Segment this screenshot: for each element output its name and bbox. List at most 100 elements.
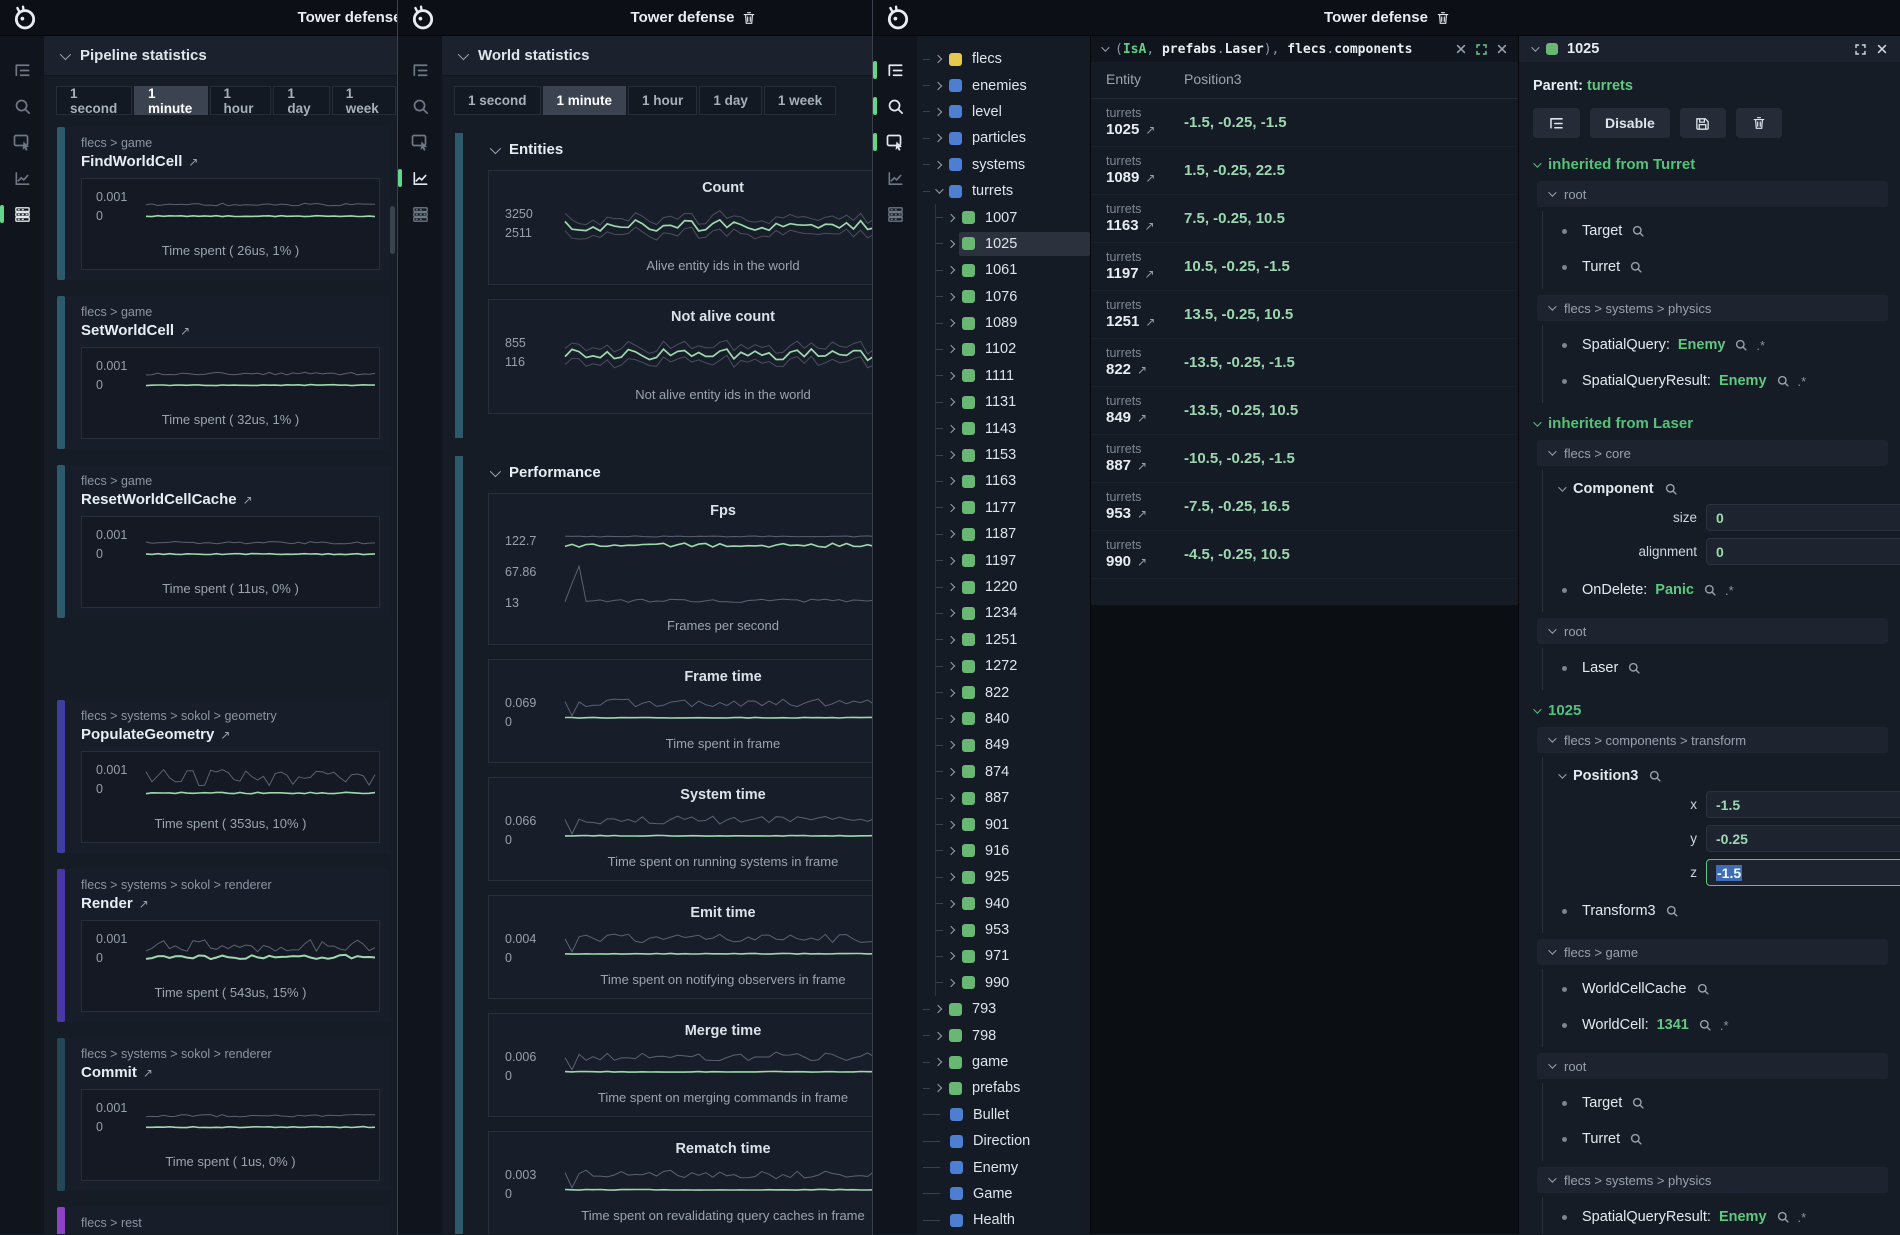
tree-item-840[interactable]: 840 xyxy=(936,706,1090,732)
chevron-right-icon[interactable] xyxy=(947,662,955,670)
query-result-row[interactable]: turrets822↗-13.5, -0.25, -1.5 xyxy=(1091,339,1518,387)
chevron-down-icon[interactable] xyxy=(1558,483,1566,491)
query-result-row[interactable]: turrets887↗-10.5, -0.25, -1.5 xyxy=(1091,435,1518,483)
tree-item-1197[interactable]: 1197 xyxy=(936,547,1090,573)
chevron-right-icon[interactable] xyxy=(947,583,955,591)
delete-world-icon[interactable] xyxy=(743,11,755,25)
field-input[interactable]: -0.25 xyxy=(1706,825,1900,852)
collapse-icon[interactable] xyxy=(1101,43,1109,51)
tree-item-1089[interactable]: 1089 xyxy=(936,310,1090,336)
module-path-header[interactable]: flecs > systems > physics xyxy=(1537,295,1888,321)
chevron-down-icon[interactable] xyxy=(935,185,943,193)
entity-link[interactable]: 1163↗ xyxy=(1106,217,1184,235)
component-target-link[interactable]: 1341 xyxy=(1657,1017,1689,1033)
chevron-right-icon[interactable] xyxy=(947,556,955,564)
query-expression[interactable]: (IsA, prefabs.Laser), flecs.components xyxy=(1115,42,1412,57)
chevron-right-icon[interactable] xyxy=(947,372,955,380)
chevron-down-icon[interactable] xyxy=(1548,1060,1556,1068)
tree-item-793[interactable]: 793 xyxy=(917,996,1090,1022)
search-component-icon[interactable] xyxy=(1648,769,1662,783)
component-row[interactable]: SpatialQueryResult:Enemy.* xyxy=(1543,363,1890,399)
inspect-window-icon[interactable] xyxy=(398,124,442,160)
chevron-right-icon[interactable] xyxy=(947,292,955,300)
time-range-1-minute[interactable]: 1 minute xyxy=(543,86,627,115)
scrollbar-thumb[interactable] xyxy=(390,206,395,254)
chevron-down-icon[interactable] xyxy=(1533,418,1541,426)
chevron-down-icon[interactable] xyxy=(1548,188,1556,196)
inherited-section-header[interactable]: inherited from Turret xyxy=(1533,156,1890,173)
tree-item-Health[interactable]: Health xyxy=(917,1207,1090,1233)
component-row[interactable]: Transform3 xyxy=(1543,893,1890,929)
search-component-icon[interactable] xyxy=(1664,482,1678,496)
tree-item-1163[interactable]: 1163 xyxy=(936,468,1090,494)
search-component-icon[interactable] xyxy=(1734,338,1748,352)
tree-item-1007[interactable]: 1007 xyxy=(936,204,1090,230)
chevron-right-icon[interactable] xyxy=(947,609,955,617)
entity-link[interactable]: 1197↗ xyxy=(1106,265,1184,283)
charts-icon[interactable] xyxy=(0,160,44,196)
tree-item-Direction[interactable]: Direction xyxy=(917,1128,1090,1154)
tree-item-1025[interactable]: 1025 xyxy=(936,231,1090,257)
system-name-link[interactable]: SetWorldCell↗ xyxy=(81,322,380,339)
tree-item-particles[interactable]: particles xyxy=(917,125,1090,151)
tree-item-901[interactable]: 901 xyxy=(936,811,1090,837)
query-result-row[interactable]: turrets990↗-4.5, -0.25, 10.5 xyxy=(1091,531,1518,579)
time-range-1-second[interactable]: 1 second xyxy=(454,86,541,115)
chevron-right-icon[interactable] xyxy=(934,1031,942,1039)
collapse-icon[interactable] xyxy=(490,142,501,153)
time-range-1-week[interactable]: 1 week xyxy=(764,86,836,115)
tree-item-849[interactable]: 849 xyxy=(936,732,1090,758)
query-result-row[interactable]: turrets1197↗10.5, -0.25, -1.5 xyxy=(1091,243,1518,291)
inherited-section-header[interactable]: inherited from Laser xyxy=(1533,415,1890,432)
component-target-link[interactable]: Enemy xyxy=(1719,1209,1767,1225)
tree-item-enemies[interactable]: enemies xyxy=(917,72,1090,98)
search-component-icon[interactable] xyxy=(1696,982,1710,996)
tree-item-1061[interactable]: 1061 xyxy=(936,257,1090,283)
save-button[interactable] xyxy=(1680,108,1726,138)
chevron-down-icon[interactable] xyxy=(1533,159,1541,167)
chevron-right-icon[interactable] xyxy=(947,873,955,881)
component-row[interactable]: OnDelete:Panic.* xyxy=(1543,572,1890,608)
module-path-header[interactable]: root xyxy=(1537,181,1888,207)
tree-item-1220[interactable]: 1220 xyxy=(936,574,1090,600)
entity-link[interactable]: 887↗ xyxy=(1106,457,1184,475)
chevron-right-icon[interactable] xyxy=(947,424,955,432)
chevron-right-icon[interactable] xyxy=(934,55,942,63)
tree-view-icon[interactable] xyxy=(398,52,442,88)
tree-item-822[interactable]: 822 xyxy=(936,679,1090,705)
tree-item-prefabs[interactable]: prefabs xyxy=(917,1075,1090,1101)
search-component-icon[interactable] xyxy=(1703,583,1717,597)
chevron-right-icon[interactable] xyxy=(947,636,955,644)
tree-item-Bullet[interactable]: Bullet xyxy=(917,1102,1090,1128)
search-component-icon[interactable] xyxy=(1629,1132,1643,1146)
collapse-icon[interactable] xyxy=(490,465,501,476)
chevron-right-icon[interactable] xyxy=(934,134,942,142)
component-row[interactable]: SpatialQuery:Enemy.* xyxy=(1543,327,1890,363)
query-result-row[interactable]: turrets953↗-7.5, -0.25, 16.5 xyxy=(1091,483,1518,531)
chevron-right-icon[interactable] xyxy=(947,715,955,723)
chevron-right-icon[interactable] xyxy=(934,1058,942,1066)
time-range-1-week[interactable]: 1 week xyxy=(332,86,396,115)
collapse-icon[interactable] xyxy=(60,48,71,59)
component-row[interactable]: Target xyxy=(1543,213,1890,249)
time-range-1-hour[interactable]: 1 hour xyxy=(628,86,697,115)
delete-world-icon[interactable] xyxy=(1437,11,1449,25)
chevron-right-icon[interactable] xyxy=(947,345,955,353)
search-icon[interactable] xyxy=(0,88,44,124)
tree-item-Enemy[interactable]: Enemy xyxy=(917,1154,1090,1180)
chevron-right-icon[interactable] xyxy=(947,979,955,987)
component-target-link[interactable]: Enemy xyxy=(1678,337,1726,353)
system-name-link[interactable]: ResetWorldCellCache↗ xyxy=(81,491,380,508)
chevron-right-icon[interactable] xyxy=(934,1005,942,1013)
inspect-window-icon[interactable] xyxy=(873,124,917,160)
charts-icon[interactable] xyxy=(398,160,442,196)
inspect-window-icon[interactable] xyxy=(0,124,44,160)
chevron-right-icon[interactable] xyxy=(947,266,955,274)
tree-item-916[interactable]: 916 xyxy=(936,838,1090,864)
query-result-row[interactable]: turrets1089↗1.5, -0.25, 22.5 xyxy=(1091,147,1518,195)
tree-item-level[interactable]: level xyxy=(917,99,1090,125)
search-component-icon[interactable] xyxy=(1631,224,1645,238)
chevron-right-icon[interactable] xyxy=(947,926,955,934)
time-range-1-second[interactable]: 1 second xyxy=(56,86,132,115)
field-input[interactable]: 0 xyxy=(1706,504,1900,531)
